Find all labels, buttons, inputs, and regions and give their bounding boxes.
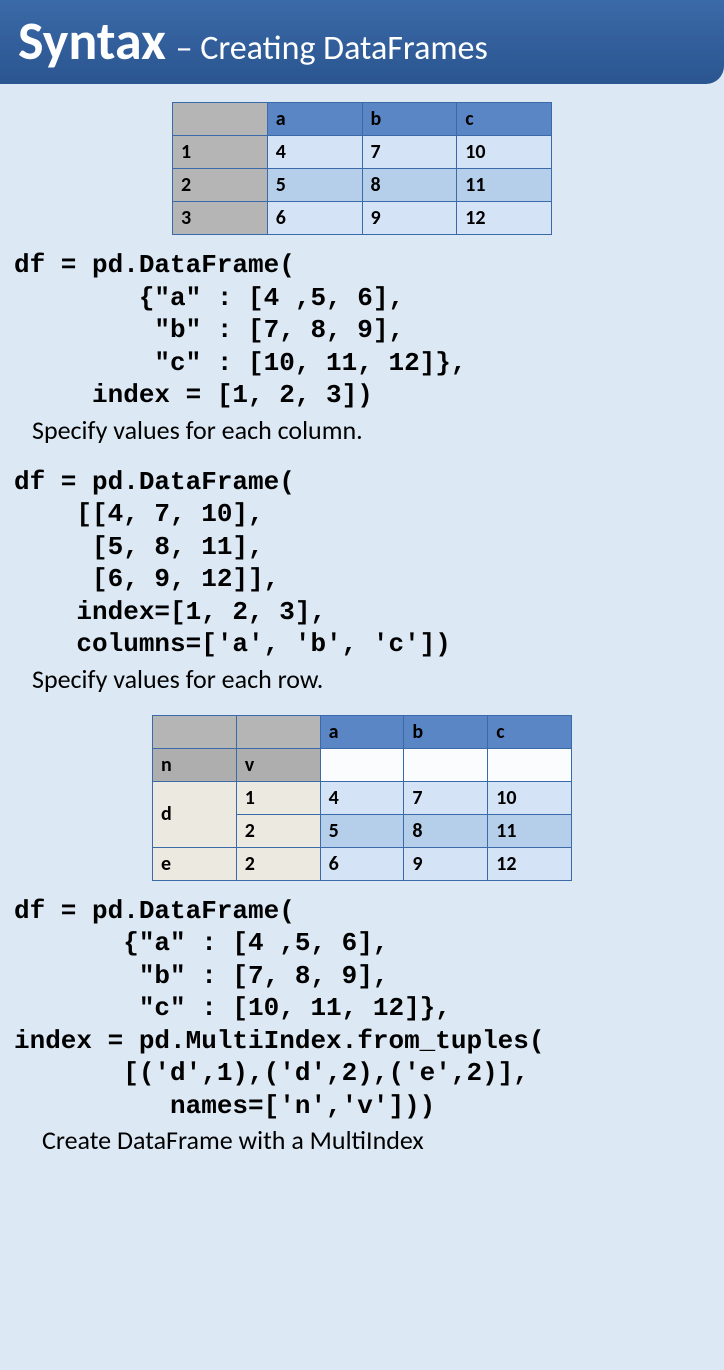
table1-idx: 2 [173, 169, 268, 202]
table1-cell: 9 [362, 202, 457, 235]
table1-idx: 1 [173, 136, 268, 169]
caption-3: Create DataFrame with a MultiIndex [42, 1124, 710, 1156]
table2-cell: 6 [320, 847, 404, 880]
table1-cell: 7 [362, 136, 457, 169]
table2-idxname-n: n [153, 748, 237, 781]
table1-cell: 12 [457, 202, 552, 235]
table2-col-c: c [488, 715, 572, 748]
table1-cell: 10 [457, 136, 552, 169]
table2-cell: 7 [404, 781, 488, 814]
code-block-1: df = pd.DataFrame( {"a" : [4 ,5, 6], "b"… [14, 249, 710, 412]
table2-col-a: a [320, 715, 404, 748]
table2-idx-v: 2 [236, 814, 320, 847]
table2-corner [236, 715, 320, 748]
table1-cell: 6 [267, 202, 362, 235]
code-block-3: df = pd.DataFrame( {"a" : [4 ,5, 6], "b"… [14, 895, 710, 1123]
table1-cell: 8 [362, 169, 457, 202]
dataframe-table-1: a b c 1 4 7 10 2 5 8 11 3 6 9 12 [172, 102, 552, 235]
header-subtitle: – Creating DataFrames [176, 28, 488, 69]
table2-cell: 12 [488, 847, 572, 880]
code-block-2: df = pd.DataFrame( [[4, 7, 10], [5, 8, 1… [14, 466, 710, 661]
table1-col-b: b [362, 103, 457, 136]
table1-col-c: c [457, 103, 552, 136]
table2-blank [320, 748, 404, 781]
caption-1: Specify values for each column. [32, 414, 710, 446]
table2-cell: 11 [488, 814, 572, 847]
table2-corner [153, 715, 237, 748]
table1-idx: 3 [173, 202, 268, 235]
table1-cell: 4 [267, 136, 362, 169]
table2-cell: 10 [488, 781, 572, 814]
table2-blank [404, 748, 488, 781]
content-area: a b c 1 4 7 10 2 5 8 11 3 6 9 12 df = pd… [0, 84, 724, 1194]
table1-corner [173, 103, 268, 136]
table1-col-a: a [267, 103, 362, 136]
table2-cell: 9 [404, 847, 488, 880]
table2-cell: 5 [320, 814, 404, 847]
table2-col-b: b [404, 715, 488, 748]
dataframe-table-2: a b c n v d 1 4 7 10 2 5 8 11 e 2 6 9 [152, 715, 572, 881]
table2-blank [488, 748, 572, 781]
table2-idx-v: 2 [236, 847, 320, 880]
table1-cell: 5 [267, 169, 362, 202]
header-title: Syntax [18, 8, 166, 74]
caption-2: Specify values for each row. [32, 663, 710, 695]
table2-idx-n: e [153, 847, 237, 880]
table2-idxname-v: v [236, 748, 320, 781]
table2-cell: 8 [404, 814, 488, 847]
table2-cell: 4 [320, 781, 404, 814]
table2-idx-v: 1 [236, 781, 320, 814]
page-header: Syntax – Creating DataFrames [0, 0, 724, 84]
table1-cell: 11 [457, 169, 552, 202]
table2-idx-n: d [153, 781, 237, 847]
